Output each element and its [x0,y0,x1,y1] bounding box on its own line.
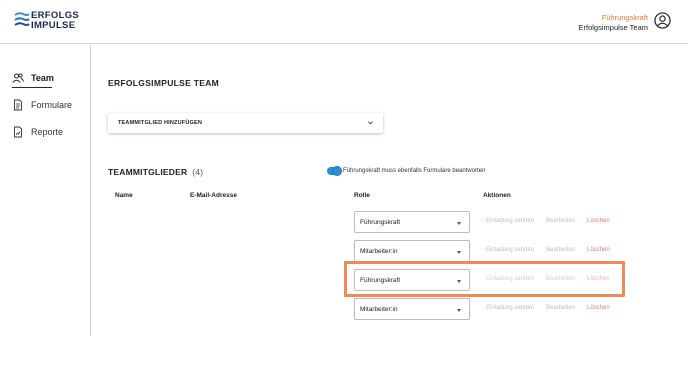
role-select-value: Mitarbeiter:in [360,306,398,313]
column-header-actions: Aktionen [483,192,511,199]
caret-down-icon [457,222,461,225]
leader-forms-toggle[interactable] [327,166,342,176]
edit-link[interactable]: Bearbeiten [546,247,575,253]
sidebar-item-formulare[interactable]: Formulare [12,95,72,115]
app-header: ERFOLGS IMPULSE Führungskraft Erfolgsimp… [0,0,688,44]
role-select-value: Führungskraft [360,219,401,226]
sidebar-item-label: Reporte [31,127,64,137]
member-count: (4) [192,167,204,177]
sidebar-item-team[interactable]: Team [12,68,54,88]
edit-link[interactable]: Bearbeiten [546,218,575,224]
document-icon [14,99,22,111]
table-row: Mitarbeiter:in Einladung senden Bearbeit… [108,295,628,323]
user-role: Führungskraft [601,13,648,22]
sidebar-item-reporte[interactable]: Reporte [12,122,63,142]
caret-down-icon [457,309,461,312]
page-title: ERFOLGSIMPULSE TEAM [108,78,220,88]
role-select-value: Mitarbeiter:in [360,248,398,255]
user-circle-icon[interactable] [654,12,671,29]
caret-down-icon [457,251,461,254]
sidebar-item-label: Team [31,73,54,83]
team-icon [12,73,24,83]
invite-link[interactable]: Einladung senden [486,218,534,224]
column-header-name: Name [115,192,133,199]
accordion-label: TEAMMITGLIED HINZUFÜGEN [118,120,203,126]
highlight-box [344,261,625,297]
sidebar-item-label: Formulare [31,100,73,110]
report-icon [14,126,22,138]
invite-link[interactable]: Einladung senden [486,305,534,311]
sidebar [0,45,91,336]
wave-logo-icon [14,12,30,26]
role-select[interactable]: Mitarbeiter:in [354,240,470,262]
active-nav-indicator [12,87,52,88]
toggle-label: Führungskraft muss ebenfalls Formulare b… [343,168,486,174]
erfolgsimpulse-logo[interactable]: ERFOLGS IMPULSE [14,8,79,36]
user-team: Erfolgsimpulse Team [578,23,648,32]
table-row: Führungskraft Einladung senden Bearbeite… [108,208,628,236]
toggle-knob [332,166,342,176]
delete-link[interactable]: Löschen [587,305,610,311]
column-header-email: E-Mail-Adresse [190,192,237,199]
delete-link[interactable]: Löschen [587,218,610,224]
role-select[interactable]: Führungskraft [354,211,470,233]
add-member-accordion[interactable]: TEAMMITGLIED HINZUFÜGEN [108,113,383,133]
members-title-text: TEAMMITGLIEDER [108,167,188,177]
chevron-down-icon [368,121,373,125]
delete-link[interactable]: Löschen [587,247,610,253]
edit-link[interactable]: Bearbeiten [546,305,575,311]
column-header-role: Rolle [354,192,370,199]
user-info: Führungskraft Erfolgsimpulse Team [579,13,648,33]
members-section-title: TEAMMITGLIEDER (4) [108,167,203,177]
invite-link[interactable]: Einladung senden [486,247,534,253]
role-select[interactable]: Mitarbeiter:in [354,298,470,320]
logo-text-line2: IMPULSE [31,20,76,31]
